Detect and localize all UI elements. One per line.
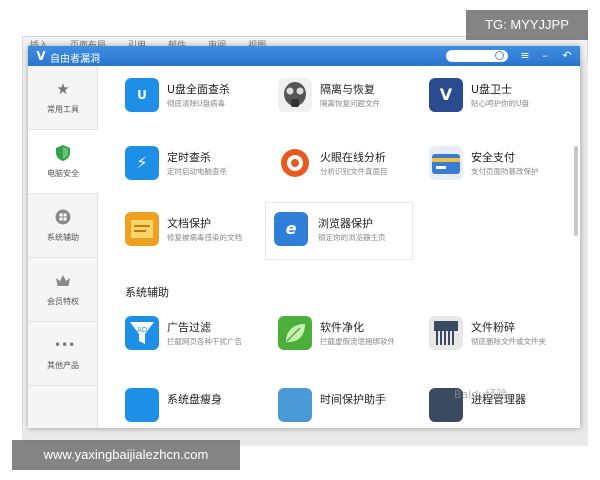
sidebar-item-label: 常用工具 (47, 105, 79, 114)
tool-desc: 支付页面防篡改保护 (471, 167, 539, 176)
usb-guard-icon: V (429, 78, 463, 112)
window-title: 自由者漏洞 (50, 54, 100, 65)
tool-desc: 拦截虚假流氓捆绑软件 (320, 337, 395, 346)
tool-name: 安全支付 (471, 151, 515, 164)
tool-name: 隔离与恢复 (320, 83, 375, 96)
tool-secure-payment[interactable]: 安全支付 支付页面防篡改保护 (425, 140, 575, 190)
more-icon: ••• (54, 338, 76, 352)
window-titlebar: V 自由者漏洞 ≡ – ↶ (28, 46, 580, 66)
tool-file-shredder[interactable]: 文件粉碎 彻底删除文件或文件夹 (425, 310, 575, 360)
sidebar-item-member-privileges[interactable]: 会员特权 (28, 258, 98, 322)
tool-quarantine-restore[interactable]: 隔离与恢复 隔离恢复问题文件 (274, 72, 424, 122)
svg-text:AD: AD (137, 326, 147, 334)
content-scrollbar[interactable] (574, 146, 578, 236)
tool-desc: 分析识别文件真面目 (320, 167, 388, 176)
tool-browser-protect[interactable]: e 浏览器保护 锁定你的浏览器主页 (265, 202, 413, 260)
overlay-tg-badge: TG: MYYJJPP (466, 10, 588, 40)
tool-desc: 定时启动电脑查杀 (167, 167, 227, 176)
tool-usb-full-scan[interactable]: U U盘全面查杀 彻底清除U盘病毒 (121, 72, 271, 122)
tool-desc: 修复被病毒感染的文档 (167, 233, 242, 242)
sidebar-item-label: 其他产品 (47, 361, 79, 370)
browser-protect-icon: e (274, 212, 308, 246)
sidebar: ★ 常用工具 电脑安全 系统辅助 会员特权 ••• 其他产品 (28, 66, 98, 428)
tool-name: 系统盘瘦身 (167, 393, 222, 406)
tool-desc: 彻底清除U盘病毒 (167, 99, 225, 108)
section-title: 系统辅助 (125, 286, 169, 299)
tool-ad-filter[interactable]: AD 广告过滤 拦截网页各种干扰广告 (121, 310, 271, 360)
back-button[interactable]: ↶ (560, 48, 574, 64)
tool-disk-slim[interactable]: 系统盘瘦身 (121, 382, 271, 428)
shield-icon (54, 144, 72, 162)
tool-software-purify[interactable]: 软件净化 拦截虚假流氓捆绑软件 (274, 310, 424, 360)
tool-desc: 拦截网页各种干扰广告 (167, 337, 242, 346)
app-logo-icon: V (36, 49, 46, 63)
tool-name: U盘全面查杀 (167, 83, 231, 96)
gas-mask-icon (278, 78, 312, 112)
tool-fire-eye-analysis[interactable]: 火眼在线分析 分析识别文件真面目 (274, 140, 424, 190)
shredder-icon (429, 316, 463, 350)
timer-scan-icon: ⚡ (125, 146, 159, 180)
tool-name: 广告过滤 (167, 321, 211, 334)
tool-name: 文档保护 (167, 217, 211, 230)
tool-name: 浏览器保护 (318, 217, 373, 230)
usb-scan-icon: U (125, 78, 159, 112)
ad-filter-icon: AD (125, 316, 159, 350)
sidebar-item-system-assist[interactable]: 系统辅助 (28, 194, 98, 258)
disk-slim-icon (125, 388, 159, 422)
tool-desc: 隔离恢复问题文件 (320, 99, 380, 108)
tool-time-protect[interactable]: 时间保护助手 (274, 382, 424, 428)
tool-scheduled-scan[interactable]: ⚡ 定时查杀 定时启动电脑查杀 (121, 140, 271, 190)
time-protect-icon (278, 388, 312, 422)
tool-name: 定时查杀 (167, 151, 211, 164)
leaf-icon (278, 316, 312, 350)
sidebar-item-common-tools[interactable]: ★ 常用工具 (28, 66, 98, 130)
tool-name: 火眼在线分析 (320, 151, 386, 164)
sidebar-item-label: 系统辅助 (47, 233, 79, 242)
tool-name: 软件净化 (320, 321, 364, 334)
document-protect-icon (125, 212, 159, 246)
minimize-button[interactable]: – (538, 48, 552, 64)
sidebar-item-label: 会员特权 (47, 297, 79, 306)
crown-icon (54, 272, 72, 290)
sidebar-item-other-products[interactable]: ••• 其他产品 (28, 322, 98, 386)
sidebar-item-pc-security[interactable]: 电脑安全 (28, 130, 98, 194)
sidebar-item-label: 电脑安全 (47, 169, 79, 178)
secure-pay-icon (429, 146, 463, 180)
toolbox-window: V 自由者漏洞 ≡ – ↶ ★ 常用工具 电脑安全 系统辅助 会员特权 ••• … (28, 46, 580, 428)
tool-name: U盘卫士 (471, 83, 513, 96)
tool-name: 文件粉碎 (471, 321, 515, 334)
tool-name: 时间保护助手 (320, 393, 386, 406)
windows-icon (54, 208, 72, 226)
fire-eye-icon (278, 146, 312, 180)
watermark: Baidu经验 (454, 388, 508, 401)
screenshot: 插入 页面布局 引用 邮件 审阅 视图 V 自由者漏洞 ≡ – ↶ ★ 常用工具 (0, 0, 600, 480)
star-icon: ★ (56, 80, 70, 98)
tool-document-protect[interactable]: 文档保护 修复被病毒感染的文档 (121, 206, 271, 256)
tool-desc: 锁定你的浏览器主页 (318, 233, 386, 242)
tool-usb-guard[interactable]: V U盘卫士 贴心呵护你的U盘 (425, 72, 575, 122)
tool-desc: 贴心呵护你的U盘 (471, 99, 529, 108)
tools-panel: U U盘全面查杀 彻底清除U盘病毒 隔离与恢复 隔离恢复问题文件 V U盘卫士 … (99, 66, 580, 428)
search-icon[interactable] (495, 51, 504, 60)
overlay-url-badge: www.yaxingbaijialezhcn.com (12, 440, 240, 470)
menu-button[interactable]: ≡ (518, 48, 532, 64)
tool-desc: 彻底删除文件或文件夹 (471, 337, 546, 346)
search-input[interactable] (446, 50, 508, 62)
